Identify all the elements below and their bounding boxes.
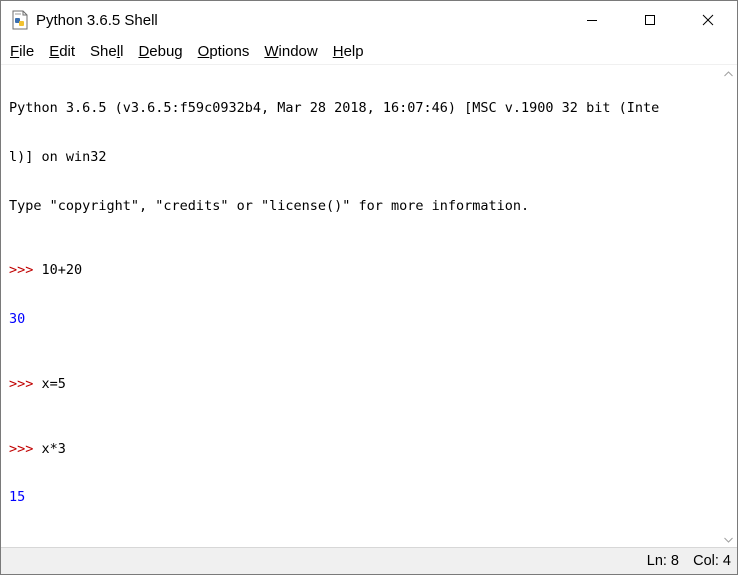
menu-edit[interactable]: Edit — [42, 39, 83, 64]
close-button[interactable] — [679, 1, 737, 39]
menu-debug-rest: ebug — [149, 43, 183, 60]
input-code: x*3 — [41, 440, 66, 457]
prompt-marker: >>> — [9, 262, 34, 279]
vertical-scrollbar[interactable] — [719, 65, 737, 548]
window-controls — [563, 1, 737, 39]
shell-input-line: >>> 10+20 — [9, 262, 719, 278]
column-number-indicator: Col: 4 — [693, 553, 731, 569]
menu-window[interactable]: Window — [257, 39, 325, 64]
shell-output-line: 15 — [9, 489, 26, 506]
line-number-indicator: Ln: 8 — [646, 553, 679, 569]
python-idle-icon — [11, 10, 29, 30]
menu-file[interactable]: File — [3, 39, 42, 64]
shell-input-line: >>> x=5 — [9, 376, 719, 392]
minimize-button[interactable] — [563, 1, 621, 39]
close-icon — [702, 14, 714, 26]
menu-edit-mnemonic: E — [49, 43, 60, 60]
banner-line: Type "copyright", "credits" or "license(… — [9, 197, 530, 214]
scroll-up-button[interactable] — [720, 65, 737, 82]
shell-input-line: >>> x*3 — [9, 441, 719, 457]
maximize-icon — [645, 15, 655, 25]
menu-file-mnemonic: F — [10, 43, 20, 60]
menu-window-rest: indow — [278, 43, 318, 60]
title-bar[interactable]: Python 3.6.5 Shell — [1, 1, 737, 39]
prompt-marker: >>> — [9, 440, 34, 457]
menu-options[interactable]: Options — [191, 39, 258, 64]
menu-debug-mnemonic: D — [138, 43, 150, 60]
prompt-marker: >>> — [9, 375, 34, 392]
menu-shell[interactable]: Shell — [83, 39, 131, 64]
menu-debug[interactable]: Debug — [131, 39, 190, 64]
shell-text-area[interactable]: Python 3.6.5 (v3.6.5:f59c0932b4, Mar 28 … — [1, 65, 719, 548]
minimize-icon — [587, 20, 597, 21]
banner-line: l)] on win32 — [9, 149, 107, 165]
menu-window-mnemonic: W — [264, 43, 279, 60]
shell-lines: Python 3.6.5 (v3.6.5:f59c0932b4, Mar 28 … — [1, 65, 719, 548]
menu-options-rest: ptions — [209, 43, 250, 60]
input-code: x=5 — [41, 375, 66, 392]
menu-shell-rest: l — [120, 43, 124, 60]
idle-shell-window: Python 3.6.5 Shell File Edit Shell Debug… — [0, 0, 738, 575]
menu-help[interactable]: Help — [326, 39, 372, 64]
scroll-down-button[interactable] — [720, 531, 737, 548]
maximize-button[interactable] — [621, 1, 679, 39]
chevron-down-icon — [724, 537, 733, 543]
menu-bar: File Edit Shell Debug Options Window Hel… — [1, 39, 737, 65]
input-code: 10+20 — [41, 262, 83, 279]
banner-line: Python 3.6.5 (v3.6.5:f59c0932b4, Mar 28 … — [9, 100, 660, 117]
window-title: Python 3.6.5 Shell — [36, 11, 158, 29]
menu-file-rest: ile — [19, 43, 35, 60]
menu-shell-pre: She — [90, 43, 117, 60]
status-bar: Ln: 8 Col: 4 — [1, 547, 737, 574]
menu-edit-rest: dit — [59, 43, 76, 60]
shell-output-line: 30 — [9, 310, 26, 327]
menu-help-mnemonic: H — [332, 43, 344, 60]
menu-options-mnemonic: O — [197, 43, 210, 60]
chevron-up-icon — [724, 70, 733, 76]
menu-help-rest: elp — [343, 43, 364, 60]
